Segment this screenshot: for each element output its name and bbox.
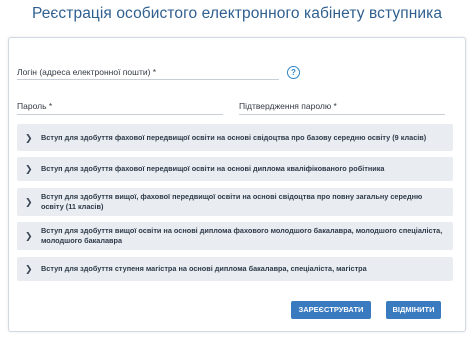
chevron-right-icon: ❯ bbox=[25, 264, 33, 274]
accordion-item-full-secondary[interactable]: ❯ Вступ для здобуття вищої, фахової пере… bbox=[17, 188, 453, 216]
accordion-item-label: Вступ для здобуття вищої, фахової передв… bbox=[41, 192, 423, 211]
chevron-right-icon: ❯ bbox=[25, 231, 33, 241]
chevron-right-icon: ❯ bbox=[25, 197, 33, 207]
page-title: Реєстрація особистого електронного кабін… bbox=[31, 5, 443, 22]
login-input[interactable] bbox=[17, 79, 279, 80]
password-input[interactable] bbox=[17, 114, 223, 115]
help-icon[interactable]: ? bbox=[287, 66, 300, 79]
chevron-right-icon: ❯ bbox=[25, 132, 33, 143]
cancel-button[interactable]: ВІДМІНИТИ bbox=[386, 301, 441, 319]
chevron-right-icon: ❯ bbox=[25, 164, 33, 174]
confirm-password-label: Підтвердження паролю * bbox=[239, 101, 337, 111]
accordion-item-label: Вступ для здобуття фахової передвищої ос… bbox=[41, 132, 427, 142]
accordion-item-label: Вступ для здобуття фахової передвищої ос… bbox=[41, 164, 385, 173]
accordion-item-master[interactable]: ❯ Вступ для здобуття ступеня магістра на… bbox=[17, 257, 453, 281]
accordion-item-base-secondary[interactable]: ❯ Вступ для здобуття фахової передвищої … bbox=[17, 124, 453, 151]
accordion-item-label: Вступ для здобуття вищої освіти на основ… bbox=[41, 226, 443, 245]
confirm-password-input[interactable] bbox=[239, 114, 445, 115]
registration-form: Логін (адреса електронної пошти) * ? Пар… bbox=[8, 37, 466, 332]
password-label: Пароль * bbox=[17, 101, 53, 111]
accordion-item-skilled-worker[interactable]: ❯ Вступ для здобуття фахової передвищої … bbox=[17, 157, 453, 181]
accordion-item-junior-bachelor[interactable]: ❯ Вступ для здобуття вищої освіти на осн… bbox=[17, 222, 453, 250]
accordion-item-label: Вступ для здобуття ступеня магістра на о… bbox=[41, 264, 367, 273]
register-button[interactable]: ЗАРЕЄСТРУВАТИ bbox=[291, 301, 371, 319]
login-label: Логін (адреса електронної пошти) * bbox=[17, 67, 157, 77]
